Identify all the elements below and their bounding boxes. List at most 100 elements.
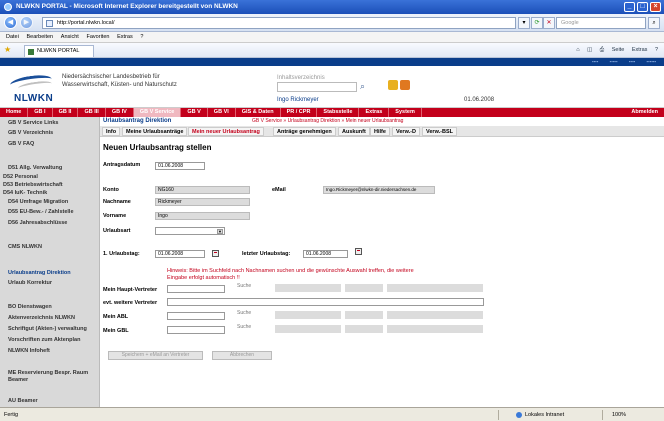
sidebar-item[interactable]: Schriftgut (Akten-) verwaltung xyxy=(8,326,87,332)
chevron-down-icon[interactable]: ▼ xyxy=(217,229,223,234)
nav-pr[interactable]: PR / CPR xyxy=(281,108,318,117)
sidebar-item[interactable]: NLWKN Infoheft xyxy=(8,348,50,354)
nav-system[interactable]: System xyxy=(389,108,422,117)
weitere-vertreter-input[interactable] xyxy=(167,298,484,306)
sidebar-item[interactable]: GB V Verzeichnis xyxy=(8,130,53,136)
menu-ansicht[interactable]: Ansicht xyxy=(61,32,79,43)
nav-gis[interactable]: GIS & Daten xyxy=(236,108,281,117)
page-menu[interactable]: Seite xyxy=(612,47,625,53)
stop-icon[interactable]: ✕ xyxy=(543,17,555,29)
help-icon[interactable]: ? xyxy=(655,47,658,53)
sidebar-item[interactable]: D55 EU-Bew.- / Zahlstelle xyxy=(8,209,74,215)
maximize-button[interactable]: □ xyxy=(637,2,648,12)
sidebar-item[interactable]: Urlaub Korrektur xyxy=(8,280,52,286)
breadcrumb[interactable]: GB V Service » Urlaubsantrag Direktion »… xyxy=(252,117,403,126)
abl-input[interactable] xyxy=(167,312,225,320)
tab-neuer-antrag[interactable]: Mein neuer Urlaubsantrag xyxy=(188,127,264,136)
top-link[interactable]: ▪▪▪▪▪▪ xyxy=(646,59,656,64)
browser-tab[interactable]: NLWKN PORTAL xyxy=(24,45,94,57)
urlaubsart-label: Urlaubsart xyxy=(103,228,131,234)
tools-menu[interactable]: Extras xyxy=(632,47,648,53)
tab-auskunft[interactable]: Auskunft xyxy=(338,127,370,136)
search-go-icon[interactable]: ⌕ xyxy=(360,80,372,92)
folder-icon[interactable] xyxy=(388,80,398,90)
cancel-button[interactable]: Abbrechen xyxy=(212,351,272,360)
favorites-star-icon[interactable]: ★ xyxy=(4,45,11,55)
contacts-icon[interactable] xyxy=(400,80,410,90)
urlaubstag1-field[interactable]: 01.06.2008 xyxy=(155,250,205,258)
sidebar-item[interactable]: Vorschriften zum Aktenplan xyxy=(8,337,80,343)
gbl-input[interactable] xyxy=(167,326,225,334)
tab-info[interactable]: Info xyxy=(102,127,121,136)
nav-gb6[interactable]: GB VI xyxy=(208,108,236,117)
back-icon[interactable]: ◀ xyxy=(4,16,17,29)
sidebar-item[interactable]: BO Dienstwagen xyxy=(8,304,52,310)
nav-gb2[interactable]: GB II xyxy=(53,108,79,117)
address-dropdown-icon[interactable]: ▾ xyxy=(518,17,530,29)
tab-row: Info Meine Urlaubsanträge Mein neuer Url… xyxy=(100,126,664,137)
sidebar-item[interactable]: GB V FAQ xyxy=(8,141,34,147)
close-button[interactable]: × xyxy=(650,2,661,12)
tab-hilfe[interactable]: Hilfe xyxy=(370,127,390,136)
status-text: Fertig xyxy=(4,412,19,418)
email-label: eMail xyxy=(272,187,286,193)
sidebar-item[interactable]: D56 Jahresabschlüsse xyxy=(8,220,67,226)
tab-verw-bsl[interactable]: Verw.-BSL xyxy=(422,127,457,136)
top-link[interactable]: ▪▪▪▪ xyxy=(629,59,635,64)
sidebar-item-urlaubsantrag[interactable]: Urlaubsantrag Direktion xyxy=(8,270,71,276)
index-search-input[interactable] xyxy=(277,82,357,92)
menu-bearbeiten[interactable]: Bearbeiten xyxy=(27,32,54,43)
haupt-vertreter-input[interactable] xyxy=(167,285,225,293)
sidebar-item[interactable]: CMS NLWKN xyxy=(8,244,42,250)
menu-help[interactable]: ? xyxy=(140,32,143,43)
antragsdatum-field[interactable]: 01.06.2008 xyxy=(155,162,205,170)
tab-meine-antraege[interactable]: Meine Urlaubsanträge xyxy=(122,127,188,136)
feeds-icon[interactable]: ◫ xyxy=(587,47,592,53)
nav-gb1[interactable]: GB I xyxy=(28,108,53,117)
nav-stabsstelle[interactable]: Stabsstelle xyxy=(317,108,360,117)
page-title: Neuen Urlaubsantrag stellen xyxy=(103,143,212,152)
search-box[interactable]: Google xyxy=(556,17,646,29)
org-line-2: Wasserwirtschaft, Küsten- und Naturschut… xyxy=(62,81,177,88)
sidebar-item[interactable]: GB V Service Links xyxy=(8,120,58,126)
menu-favoriten[interactable]: Favoriten xyxy=(87,32,110,43)
sidebar-item[interactable]: D53 Betriebswirtschaft xyxy=(3,182,63,188)
address-bar[interactable]: http://portal.nlwkn.local/ xyxy=(42,17,516,29)
tab-verw-d[interactable]: Verw.-D xyxy=(392,127,420,136)
sidebar-item[interactable]: D51 Allg. Verwaltung xyxy=(8,165,62,171)
nav-gb4[interactable]: GB IV xyxy=(106,108,134,117)
print-icon[interactable]: ⎙ xyxy=(600,47,604,53)
haupt-vertreter-result xyxy=(387,284,483,292)
sidebar-item[interactable]: ME Reservierung Bespr. Raum Beamer xyxy=(8,370,102,383)
forward-icon[interactable]: ▶ xyxy=(20,16,33,29)
top-link[interactable]: ▪▪▪▪▪ xyxy=(610,59,618,64)
refresh-icon[interactable]: ⟳ xyxy=(531,17,543,29)
nav-gb5-service[interactable]: GB V Service xyxy=(133,108,182,117)
haupt-vertreter-result xyxy=(275,284,341,292)
search-icon[interactable]: ⌕ xyxy=(648,17,660,29)
nav-home[interactable]: Home xyxy=(0,108,29,117)
sidebar-item[interactable]: D52 Personal xyxy=(3,174,38,180)
letzter-urlaubstag-field[interactable]: 01.06.2008 xyxy=(303,250,348,258)
calendar-icon[interactable] xyxy=(212,250,219,257)
sidebar-item[interactable]: D54 Umfrage Migration xyxy=(8,199,68,205)
nav-gb3[interactable]: GB III xyxy=(78,108,106,117)
top-link[interactable]: ▪▪▪▪ xyxy=(592,59,598,64)
suche-label: Suche xyxy=(237,324,252,330)
sidebar-item[interactable]: D54 IuK- Technik xyxy=(3,190,47,196)
sidebar-item[interactable]: Aktenverzeichnis NLWKN xyxy=(8,315,75,321)
nav-extras[interactable]: Extras xyxy=(359,108,390,117)
calendar-icon[interactable] xyxy=(355,248,362,255)
save-button[interactable]: Speichern + eMail an Vertreter xyxy=(108,351,203,360)
gbl-result xyxy=(275,325,341,333)
minimize-button[interactable]: _ xyxy=(624,2,635,12)
logout-link[interactable]: Abmelden xyxy=(631,108,658,117)
urlaubsart-select[interactable]: ▼ xyxy=(155,227,225,235)
sidebar-item[interactable]: AU Beamer xyxy=(8,398,38,404)
home-icon[interactable]: ⌂ xyxy=(576,47,579,53)
menu-extras[interactable]: Extras xyxy=(117,32,133,43)
zoom-level[interactable]: 100% xyxy=(612,408,626,421)
menu-datei[interactable]: Datei xyxy=(6,32,19,43)
tab-antraege-genehmigen[interactable]: Anträge genehmigen xyxy=(273,127,336,136)
nav-gb5[interactable]: GB V xyxy=(181,108,208,117)
